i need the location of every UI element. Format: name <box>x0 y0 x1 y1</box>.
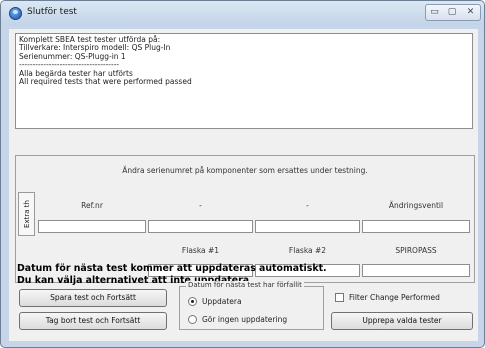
filter-change-checkbox-row[interactable]: Filter Change Performed <box>335 293 440 302</box>
radio-no-update-indicator[interactable] <box>188 314 197 324</box>
maximize-button[interactable]: ▢ <box>443 4 462 21</box>
andringsventil-input[interactable] <box>362 220 470 233</box>
side-tab-label: Extra th <box>22 200 31 228</box>
minimize-button[interactable]: ▭ <box>425 4 444 21</box>
notice-line-1: Datum för nästa test kommer att uppdater… <box>17 263 327 274</box>
filter-change-checkbox[interactable] <box>335 293 344 302</box>
app-globe-icon <box>9 7 22 20</box>
header-dash-1: - <box>199 201 202 210</box>
radio-no-update-label: Gör ingen uppdatering <box>202 314 288 324</box>
header-andringsventil: Ändringsventil <box>388 201 444 210</box>
header-flaska-2: Flaska #2 <box>288 246 327 255</box>
serial-input-3[interactable] <box>255 220 360 233</box>
header-spiropass: SPIROPASS <box>395 246 437 255</box>
radio-no-update[interactable]: Gör ingen uppdatering <box>188 313 287 325</box>
filter-change-label: Filter Change Performed <box>349 293 440 302</box>
radio-update[interactable]: Uppdatera <box>188 295 242 307</box>
header-flaska-1: Flaska #1 <box>181 246 220 255</box>
save-continue-button[interactable]: Spara test och Fortsätt <box>19 289 167 307</box>
spiropass-input[interactable] <box>362 264 470 277</box>
title-bar[interactable]: Slutför test ▭ ▢ ✕ <box>1 1 484 25</box>
side-tab-extra[interactable]: Extra th <box>18 192 35 236</box>
window-title: Slutför test <box>27 7 77 17</box>
repeat-tests-button[interactable]: Upprepa valda tester <box>331 312 473 330</box>
radio-update-label: Uppdatera <box>202 296 242 306</box>
serial-input-2[interactable] <box>148 220 253 233</box>
serial-instruction: Ändra serienumret på komponenter som ers… <box>122 166 368 175</box>
ref-nr-input[interactable] <box>38 220 146 233</box>
log-line: All required tests that were performed p… <box>19 77 192 87</box>
header-dash-2: - <box>306 201 309 210</box>
dialog-window: Slutför test ▭ ▢ ✕ Komplett SBEA test te… <box>0 0 485 348</box>
next-test-date-group: Datum för nästa test har förfallit Uppda… <box>179 281 324 330</box>
date-group-label: Datum för nästa test har förfallit <box>186 281 304 289</box>
discard-continue-button[interactable]: Tag bort test och Fortsätt <box>19 312 167 330</box>
radio-update-indicator[interactable] <box>188 296 197 306</box>
close-button[interactable]: ✕ <box>461 4 481 21</box>
dialog-body: Komplett SBEA test tester utförda på: Ti… <box>9 29 478 341</box>
header-ref-nr: Ref.nr <box>81 201 103 210</box>
results-log-textarea[interactable]: Komplett SBEA test tester utförda på: Ti… <box>15 33 473 129</box>
